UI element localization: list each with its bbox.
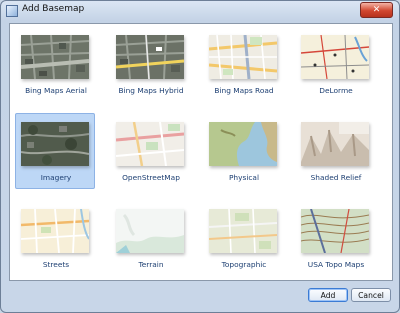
basemap-label: Terrain bbox=[138, 260, 164, 269]
basemap-label: DeLorme bbox=[319, 86, 353, 95]
basemap-tile[interactable]: Imagery bbox=[15, 113, 95, 189]
basemap-thumbnail bbox=[116, 35, 184, 79]
basemap-label: OpenStreetMap bbox=[122, 173, 180, 182]
basemap-thumbnail bbox=[116, 122, 184, 166]
basemap-label: Streets bbox=[42, 260, 70, 269]
basemap-thumbnail bbox=[116, 209, 184, 253]
basemap-tile[interactable]: Bing Maps Hybrid bbox=[110, 26, 190, 102]
basemap-thumbnail bbox=[209, 35, 277, 79]
basemap-tile[interactable]: Topographic bbox=[203, 200, 283, 276]
basemap-label: Topographic bbox=[221, 260, 267, 269]
basemap-label: Bing Maps Aerial bbox=[25, 86, 87, 95]
basemap-label: USA Topo Maps bbox=[307, 260, 365, 269]
basemap-tile[interactable]: Bing Maps Aerial bbox=[15, 26, 95, 102]
basemap-thumbnail bbox=[209, 122, 277, 166]
map-thumbnail-image bbox=[116, 209, 184, 253]
basemap-tile[interactable]: OpenStreetMap bbox=[110, 113, 190, 189]
map-thumbnail-image bbox=[116, 122, 184, 166]
close-button[interactable]: ✕ bbox=[360, 2, 393, 18]
basemap-thumbnail bbox=[209, 209, 277, 253]
map-thumbnail-image bbox=[21, 122, 89, 166]
map-thumbnail-image bbox=[21, 35, 89, 79]
add-basemap-dialog: Add Basemap ✕ Bing Maps Aerial Bing Maps … bbox=[0, 0, 400, 313]
basemap-tile[interactable]: USA Topo Maps bbox=[295, 200, 375, 276]
basemap-tile[interactable]: Physical bbox=[203, 113, 283, 189]
map-thumbnail-image bbox=[209, 35, 277, 79]
add-button[interactable]: Add bbox=[308, 288, 348, 302]
basemap-label: Bing Maps Road bbox=[214, 86, 274, 95]
map-thumbnail-image bbox=[301, 35, 369, 79]
basemap-thumbnail bbox=[301, 209, 369, 253]
basemap-thumbnail bbox=[21, 122, 89, 166]
map-thumbnail-image bbox=[209, 122, 277, 166]
title-bar: Add Basemap ✕ bbox=[1, 1, 399, 21]
window-icon bbox=[6, 5, 18, 17]
basemap-label: Bing Maps Hybrid bbox=[118, 86, 184, 95]
basemap-tile[interactable]: DeLorme bbox=[295, 26, 375, 102]
basemap-thumbnail bbox=[21, 35, 89, 79]
basemap-tile[interactable]: Streets bbox=[15, 200, 95, 276]
basemap-tile[interactable]: Terrain bbox=[110, 200, 190, 276]
basemap-label: Shaded Relief bbox=[310, 173, 362, 182]
basemap-gallery: Bing Maps Aerial Bing Maps Hybrid Bing Map… bbox=[9, 23, 393, 281]
map-thumbnail-image bbox=[301, 209, 369, 253]
basemap-thumbnail bbox=[21, 209, 89, 253]
basemap-label: Imagery bbox=[40, 173, 72, 182]
basemap-tile[interactable]: Bing Maps Road bbox=[203, 26, 283, 102]
basemap-tile[interactable]: Shaded Relief bbox=[295, 113, 375, 189]
map-thumbnail-image bbox=[21, 209, 89, 253]
map-thumbnail-image bbox=[209, 209, 277, 253]
map-thumbnail-image bbox=[116, 35, 184, 79]
window-title: Add Basemap bbox=[22, 4, 85, 14]
cancel-button[interactable]: Cancel bbox=[351, 288, 391, 302]
map-thumbnail-image bbox=[301, 122, 369, 166]
basemap-thumbnail bbox=[301, 35, 369, 79]
basemap-thumbnail bbox=[301, 122, 369, 166]
basemap-label: Physical bbox=[228, 173, 260, 182]
